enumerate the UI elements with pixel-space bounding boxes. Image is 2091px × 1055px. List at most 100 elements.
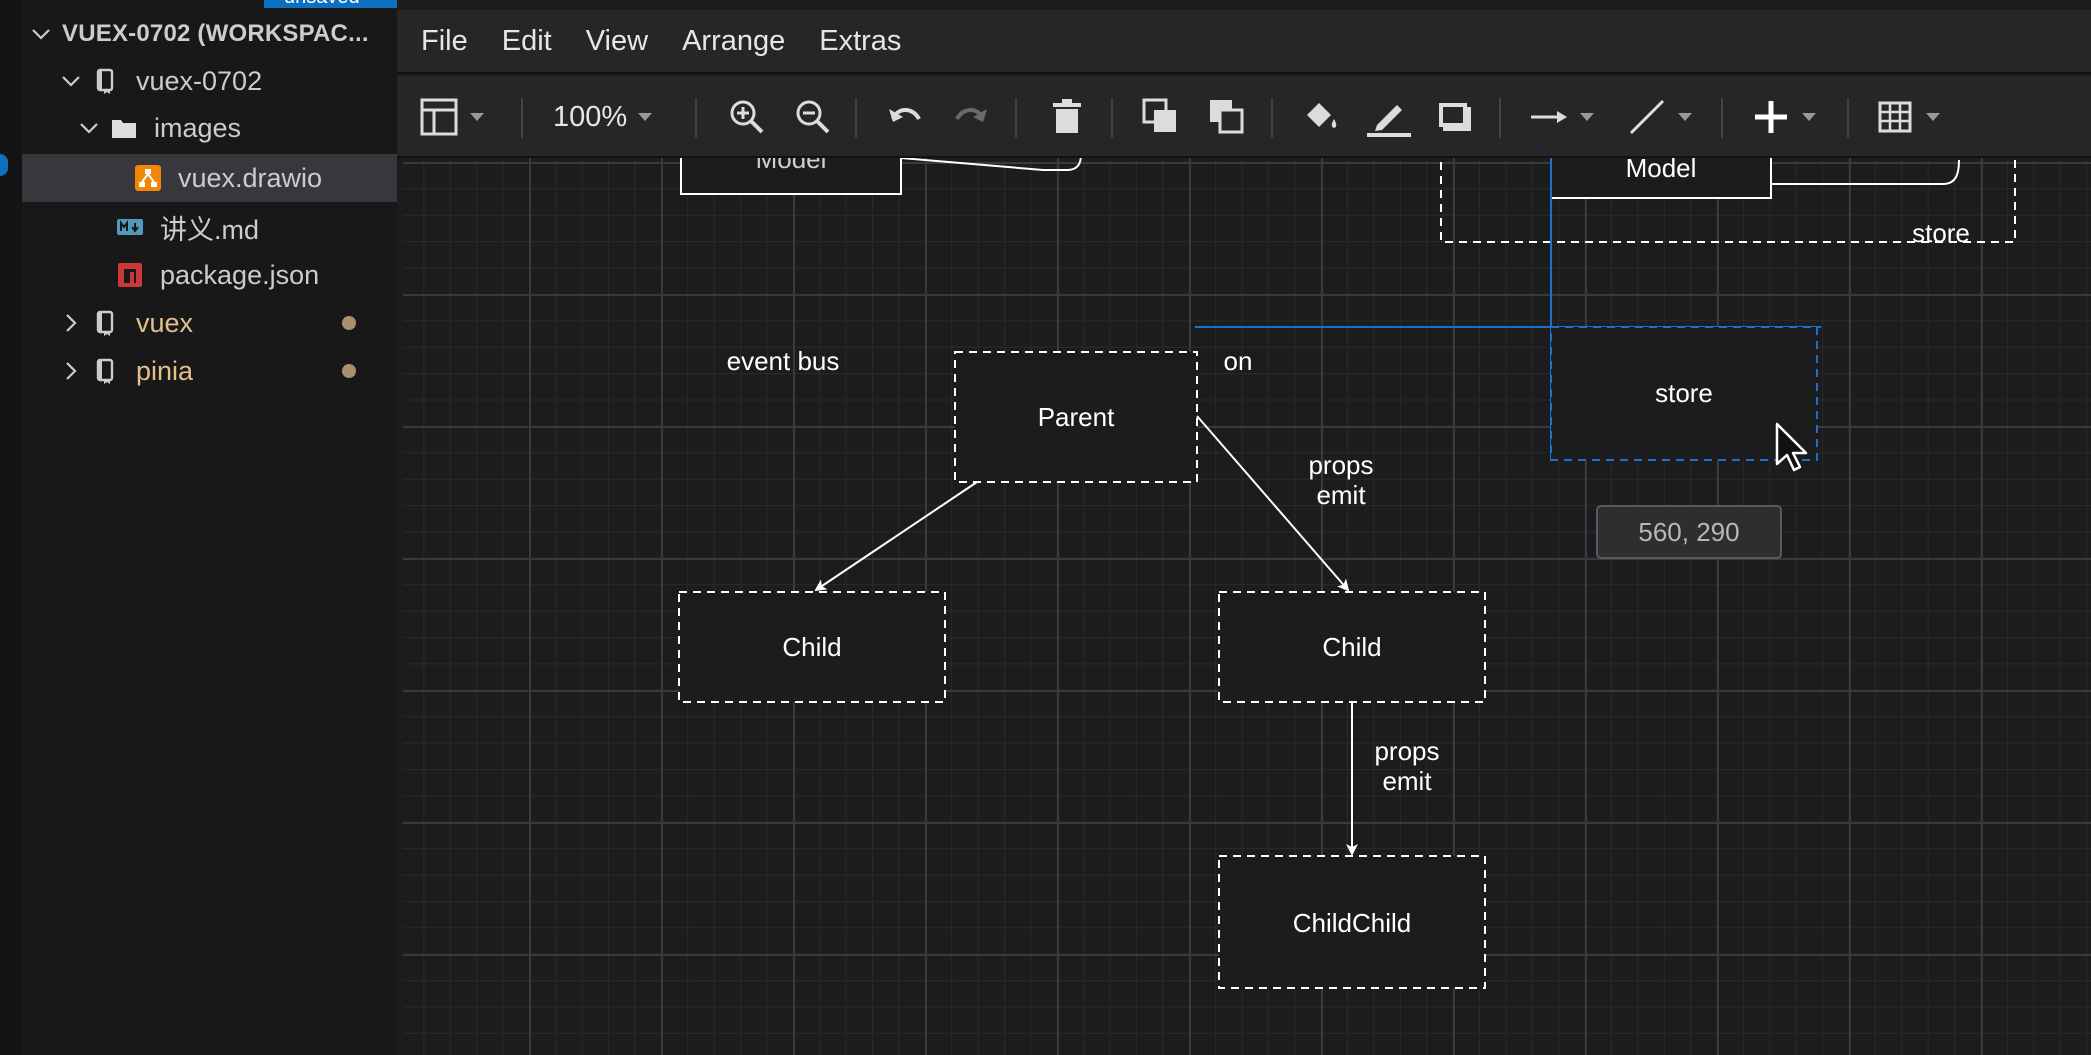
child-right-label: Child (1322, 632, 1382, 662)
toolbar-separator (1271, 98, 1273, 138)
modified-dot (342, 316, 356, 330)
waypoints-icon (1629, 99, 1665, 135)
model-label: Model (1625, 158, 1697, 183)
drawio-file-icon (134, 164, 162, 192)
zoom-select[interactable]: 100% (553, 94, 653, 140)
tree-item-label: vuex (136, 307, 194, 338)
repo-icon (92, 357, 120, 385)
menu-view[interactable]: View (586, 25, 648, 58)
toolbar-separator (695, 98, 697, 138)
childchild-label: ChildChild (1292, 908, 1412, 938)
table-icon (1878, 101, 1912, 133)
toolbar-separator (521, 98, 523, 138)
fill-color-button[interactable] (1301, 94, 1341, 140)
tree-item-vuex[interactable]: vuex (60, 299, 397, 347)
parent-label: Parent (1037, 402, 1115, 432)
shadow-icon (1439, 103, 1471, 131)
to-back-icon (1210, 100, 1244, 134)
drawio-editor: File Edit View Arrange Extras 100% Model… (397, 0, 2091, 1055)
insert-icon (1755, 101, 1787, 133)
zoom-level: 100% (553, 100, 628, 133)
chevron-down-icon (60, 70, 82, 92)
diagram-canvas[interactable]: Model Model store Parent store Child Chi… (403, 158, 2091, 1055)
toolbar-separator (855, 98, 857, 138)
menu-file[interactable]: File (421, 25, 468, 58)
tree-item-label: vuex.drawio (178, 162, 323, 193)
insert-button[interactable] (1751, 94, 1817, 140)
activity-gutter (0, 0, 22, 1055)
caret-down-icon (1926, 113, 1940, 121)
menu-edit[interactable]: Edit (502, 25, 552, 58)
table-button[interactable] (1875, 94, 1941, 140)
folder-icon (110, 114, 138, 142)
zoom-in-icon (730, 100, 764, 134)
to-back-button[interactable] (1207, 94, 1247, 140)
repo-icon (92, 67, 120, 95)
menu-extras[interactable]: Extras (819, 25, 901, 58)
fill-color-icon (1307, 103, 1337, 128)
explorer-sidebar: unsaved VUEX-0702 (WORKSPAC... vuex-0702… (0, 0, 397, 1055)
menu-arrange[interactable]: Arrange (682, 25, 785, 58)
delete-button[interactable] (1047, 94, 1087, 140)
tree-item-markdown[interactable]: 讲义.md (22, 203, 397, 251)
waypoints-button[interactable] (1627, 94, 1693, 140)
line-color-button[interactable] (1367, 94, 1411, 140)
line-color-icon (1367, 105, 1411, 137)
edge-parent-to-child-left[interactable] (814, 481, 978, 592)
tree-item-label: images (154, 112, 242, 143)
markdown-file-icon (116, 213, 144, 241)
to-front-icon (1142, 98, 1176, 132)
toolbar: 100% (397, 76, 2091, 158)
toolbar-separator (1847, 98, 1849, 138)
emit-label-1[interactable]: emit (1301, 480, 1381, 510)
menu-bar: File Edit View Arrange Extras (397, 10, 2091, 74)
unsaved-badge: unsaved (264, 0, 397, 8)
repo-icon (92, 309, 120, 337)
undo-button[interactable] (885, 94, 925, 140)
to-front-button[interactable] (1141, 94, 1181, 140)
zoom-out-button[interactable] (793, 94, 833, 140)
redo-icon (955, 108, 987, 122)
tree-item-label: 讲义.md (160, 214, 260, 245)
delete-icon (1053, 99, 1081, 133)
undo-icon (889, 108, 921, 122)
tree-item-vuex-drawio[interactable]: vuex.drawio (22, 154, 397, 202)
toolbar-separator (1721, 98, 1723, 138)
caret-down-icon (638, 113, 653, 121)
emit-label-2[interactable]: emit (1367, 766, 1447, 796)
format-panel-icon (420, 98, 458, 136)
caret-down-icon (1802, 113, 1816, 121)
props-label-1[interactable]: props (1301, 450, 1381, 480)
tree-item-package-json[interactable]: package.json (22, 251, 397, 299)
child-left-label: Child (782, 632, 842, 662)
connection-button[interactable] (1529, 94, 1595, 140)
zoom-in-button[interactable] (727, 94, 767, 140)
connection-icon (1531, 111, 1567, 123)
store-label: store (1655, 378, 1713, 408)
on-label[interactable]: on (1213, 346, 1263, 376)
workspace-title: VUEX-0702 (WORKSPAC... (62, 20, 369, 47)
redo-button[interactable] (951, 94, 991, 140)
workspace-root[interactable]: VUEX-0702 (WORKSPAC... (30, 10, 397, 58)
toolbar-separator (1015, 98, 1017, 138)
zoom-out-icon (796, 100, 830, 134)
modified-dot (342, 364, 356, 378)
caret-down-icon (1678, 113, 1692, 121)
tree-item-vuex-0702[interactable]: vuex-0702 (60, 57, 397, 105)
tree-item-label: vuex-0702 (136, 65, 263, 96)
props-label-2[interactable]: props (1367, 736, 1447, 766)
connector-model-right[interactable] (1771, 159, 1960, 185)
toolbar-separator (1499, 98, 1501, 138)
unsaved-label: unsaved (284, 0, 360, 8)
chevron-down-icon (30, 23, 52, 45)
tree-item-label: package.json (160, 259, 320, 290)
caret-down-icon (1580, 113, 1594, 121)
coordinate-tooltip: 560, 290 (1596, 505, 1782, 559)
shadow-button[interactable] (1435, 94, 1475, 140)
connector-partial[interactable] (900, 158, 1082, 171)
format-panel-button[interactable] (419, 94, 485, 140)
tree-item-pinia[interactable]: pinia (60, 347, 397, 395)
event-bus-label[interactable]: event bus (703, 346, 863, 376)
toolbar-separator (1111, 98, 1113, 138)
tree-item-images[interactable]: images (78, 104, 397, 152)
